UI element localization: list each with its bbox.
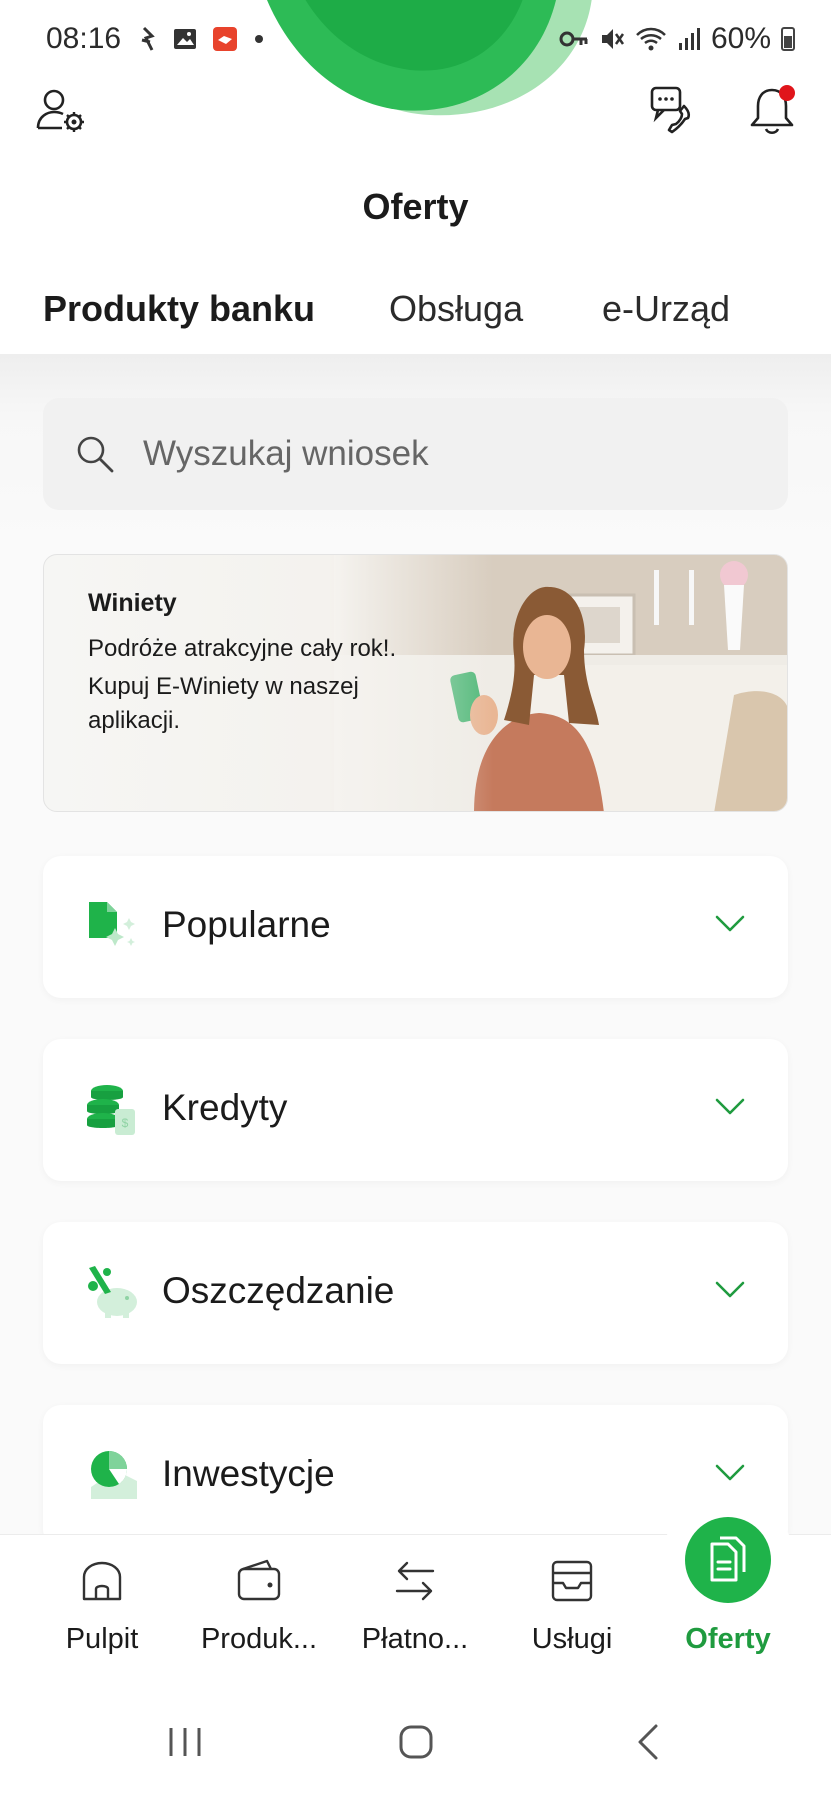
status-bar: 08:16 60%: [0, 0, 831, 78]
banner-text: Winiety Podróże atrakcyjne cały rok!. Ku…: [88, 589, 428, 742]
banner-title: Winiety: [88, 589, 177, 617]
chevron-down-icon: [715, 1464, 745, 1481]
chevron-down-icon: [715, 915, 745, 932]
banner-line-2: Kupuj E-Winiety w naszej aplikacji.: [88, 673, 359, 734]
search-icon: [77, 436, 114, 473]
nav-produkty[interactable]: Produk...: [184, 1535, 334, 1685]
document-sparkle-icon: [89, 902, 135, 946]
battery-icon: [781, 27, 795, 51]
back-icon[interactable]: [620, 1712, 680, 1772]
status-time: 08:16: [46, 22, 122, 55]
category-kredyty[interactable]: $ Kredyty: [43, 1039, 788, 1181]
nav-pulpit[interactable]: Pulpit: [27, 1535, 177, 1685]
pie-chart-icon: [91, 1451, 137, 1499]
tab-produkty-banku[interactable]: Produkty banku: [43, 288, 315, 330]
category-label: Inwestycje: [162, 1453, 335, 1494]
home-button-icon[interactable]: [386, 1712, 446, 1772]
profile-settings-icon[interactable]: [36, 88, 86, 134]
nav-platnosci[interactable]: Płatno...: [340, 1535, 490, 1685]
sync-icon: [141, 26, 155, 51]
contact-chat-phone-icon[interactable]: [650, 86, 698, 136]
app-notification-icon: [213, 27, 237, 51]
wallet-icon: [237, 1559, 281, 1601]
mute-icon: [601, 29, 624, 49]
promo-banner-winiety[interactable]: Winiety Podróże atrakcyjne cały rok!. Ku…: [43, 554, 788, 812]
category-popularne[interactable]: Popularne: [43, 856, 788, 998]
system-navigation-bar: [0, 1684, 831, 1800]
battery-percent: 60%: [710, 22, 771, 55]
chevron-down-icon: [715, 1281, 745, 1298]
nav-label: Płatno...: [361, 1623, 469, 1655]
app-screen: 08:16 60% Oferty Produkty banku Obsługa …: [0, 0, 831, 1800]
piggy-bank-icon: [88, 1266, 137, 1318]
svg-text:$: $: [122, 1116, 129, 1130]
nav-label: Usługi: [531, 1623, 613, 1655]
notifications-bell-icon[interactable]: [748, 84, 798, 136]
offers-content: Winiety Podróże atrakcyjne cały rok!. Ku…: [0, 354, 831, 1547]
page-title: Oferty: [362, 186, 469, 227]
banner-line-1: Podróże atrakcyjne cały rok!.: [88, 635, 397, 662]
wifi-icon: [636, 27, 666, 51]
nav-label: Produk...: [200, 1623, 318, 1655]
tab-obsluga[interactable]: Obsługa: [389, 288, 523, 330]
nav-label-active: Oferty: [685, 1623, 771, 1655]
category-oszczedzanie[interactable]: Oszczędzanie: [43, 1222, 788, 1364]
services-tray-icon: [551, 1560, 593, 1602]
category-label: Oszczędzanie: [162, 1270, 395, 1311]
dot-icon: [255, 35, 263, 43]
offers-fab-button[interactable]: [685, 1517, 771, 1603]
vpn-key-icon: [559, 31, 588, 47]
signal-icon: [678, 28, 700, 50]
nav-uslugi[interactable]: Usługi: [497, 1535, 647, 1685]
gallery-icon: [174, 29, 196, 49]
search-input[interactable]: [143, 424, 753, 484]
nav-label: Pulpit: [65, 1623, 139, 1655]
offers-document-icon: [710, 1536, 746, 1582]
tab-e-urzad[interactable]: e-Urząd: [602, 288, 730, 330]
category-label: Popularne: [162, 904, 331, 945]
transfer-arrows-icon: [395, 1561, 435, 1601]
home-icon: [82, 1561, 122, 1601]
category-label: Kredyty: [162, 1087, 288, 1128]
search-box[interactable]: [43, 398, 788, 510]
top-tabs: Produkty banku Obsługa e-Urząd: [0, 280, 831, 354]
recent-apps-icon[interactable]: [155, 1712, 215, 1772]
status-left-icons: [138, 26, 266, 52]
status-right-icons: 60%: [559, 22, 795, 56]
coins-stack-icon: $: [87, 1085, 135, 1135]
chevron-down-icon: [715, 1098, 745, 1115]
